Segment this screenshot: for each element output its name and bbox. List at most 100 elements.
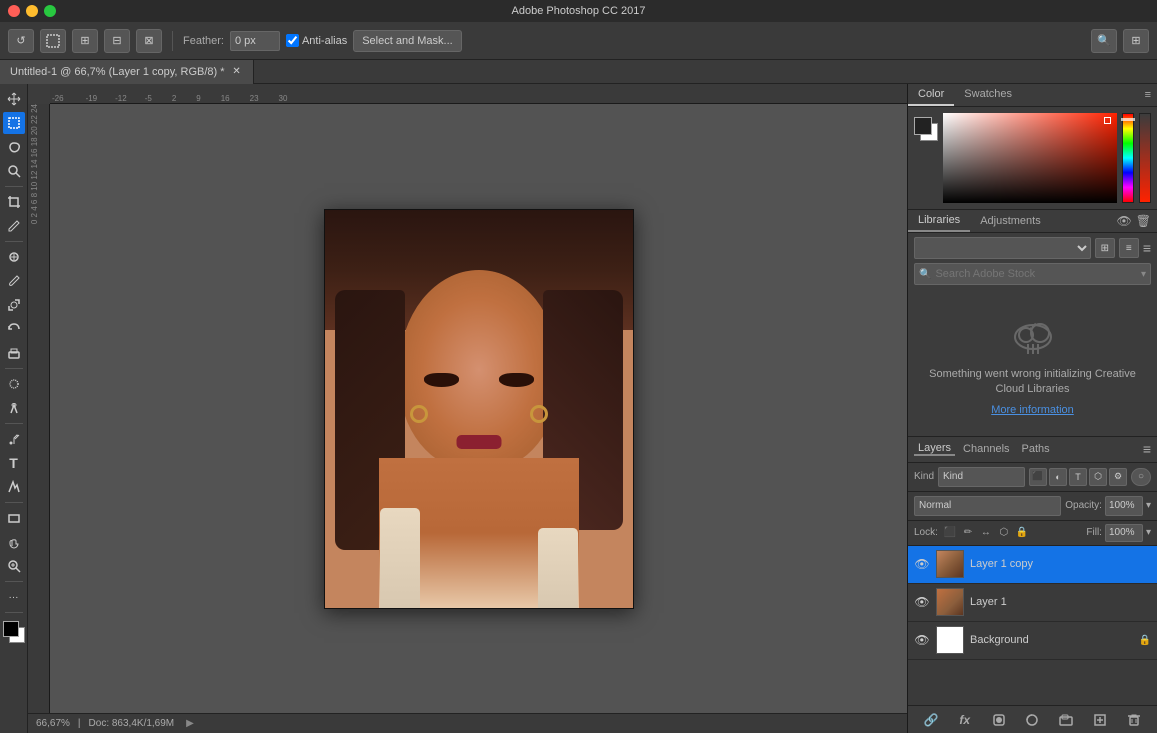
tab-adjustments[interactable]: Adjustments [970, 211, 1051, 231]
lock-all-icon[interactable]: 🔒 [1014, 525, 1030, 541]
document-tab[interactable]: Untitled-1 @ 66,7% (Layer 1 copy, RGB/8)… [0, 60, 254, 84]
tab-close-button[interactable]: ✕ [231, 66, 243, 78]
delete-layer-btn[interactable] [1124, 710, 1144, 730]
layers-panel-menu[interactable]: ≡ [1143, 441, 1151, 457]
doc-info: Doc: 863,4K/1,69M [89, 718, 175, 729]
adjustment-filter-icon[interactable]: ◐ [1049, 468, 1067, 486]
more-information-link[interactable]: More information [991, 404, 1074, 416]
hue-bar[interactable] [1122, 113, 1134, 203]
fill-arrow[interactable]: ▾ [1146, 527, 1151, 538]
layer-item[interactable]: 👁 Background 🔒 [908, 622, 1157, 660]
undo-btn[interactable]: ↺ [8, 29, 34, 53]
hand-tool[interactable] [3, 531, 25, 553]
tab-swatches[interactable]: Swatches [954, 84, 1022, 106]
canvas-document[interactable] [324, 209, 634, 609]
zoom-tool[interactable] [3, 555, 25, 577]
new-group-btn[interactable] [1056, 710, 1076, 730]
new-adjustment-btn[interactable] [1022, 710, 1042, 730]
fg-color-swatch[interactable] [3, 621, 19, 637]
canvas-viewport[interactable] [50, 104, 907, 713]
rect-tool[interactable] [3, 507, 25, 529]
tab-layers[interactable]: Layers [914, 442, 955, 456]
history-brush-tool[interactable] [3, 318, 25, 340]
rect-marquee-icon[interactable] [40, 29, 66, 53]
add-mask-btn[interactable] [989, 710, 1009, 730]
color-picker-content [908, 107, 1157, 210]
opacity-input[interactable] [1105, 496, 1143, 516]
alpha-bar[interactable] [1139, 113, 1151, 203]
marquee-tool[interactable] [3, 112, 25, 134]
layer-visibility-1[interactable]: 👁 [914, 594, 930, 610]
clone-stamp-tool[interactable] [3, 294, 25, 316]
feather-input[interactable] [230, 31, 280, 51]
more-tools[interactable]: ··· [3, 586, 25, 608]
maximize-button[interactable] [44, 5, 56, 17]
grid-view-btn[interactable]: ⊞ [1095, 238, 1115, 258]
traffic-lights[interactable] [8, 5, 56, 17]
tab-paths[interactable]: Paths [1018, 443, 1054, 455]
list-view-btn[interactable]: ≡ [1119, 238, 1139, 258]
quick-select-tool[interactable] [3, 160, 25, 182]
tab-color[interactable]: Color [908, 84, 954, 106]
pixel-filter-icon[interactable]: ⬛ [1029, 468, 1047, 486]
search-button[interactable]: 🔍 [1091, 29, 1117, 53]
smart-filter-icon[interactable]: ⚙ [1109, 468, 1127, 486]
lasso-tool[interactable] [3, 136, 25, 158]
layer-thumb-0 [936, 550, 964, 578]
tab-libraries[interactable]: Libraries [908, 210, 970, 232]
lock-artboard-icon[interactable]: ⬡ [996, 525, 1012, 541]
main-toolbar: ↺ ⊞ ⊟ ⊠ Feather: Anti-alias Select and M… [0, 22, 1157, 60]
type-filter-icon[interactable]: T [1069, 468, 1087, 486]
layer-item[interactable]: 👁 Layer 1 copy [908, 546, 1157, 584]
fill-input[interactable] [1105, 524, 1143, 542]
kind-select[interactable]: Kind [938, 467, 1025, 487]
blur-tool[interactable] [3, 373, 25, 395]
layer-item[interactable]: 👁 Layer 1 [908, 584, 1157, 622]
new-layer-btn[interactable] [1090, 710, 1110, 730]
type-tool[interactable]: T [3, 452, 25, 474]
color-gradient-picker[interactable] [943, 113, 1117, 203]
doc-info-arrow[interactable]: ▶ [186, 718, 194, 729]
brush-tool[interactable] [3, 270, 25, 292]
pen-tool[interactable] [3, 428, 25, 450]
layer-thumb-1 [936, 588, 964, 616]
libraries-options-menu[interactable]: ≡ [1143, 240, 1151, 256]
fg-swatch[interactable] [914, 117, 932, 135]
opacity-arrow[interactable]: ▾ [1146, 500, 1151, 511]
libraries-delete-btn[interactable]: 🗑 [1136, 214, 1151, 228]
library-dropdown[interactable] [914, 237, 1091, 259]
move-tool[interactable] [3, 88, 25, 110]
tool-icon-2[interactable]: ⊞ [72, 29, 98, 53]
heal-tool[interactable] [3, 246, 25, 268]
dodge-tool[interactable] [3, 397, 25, 419]
filter-toggle[interactable]: ○ [1131, 468, 1151, 486]
tool-icon-3[interactable]: ⊟ [104, 29, 130, 53]
blend-mode-select[interactable]: Normal [914, 496, 1061, 516]
minimize-button[interactable] [26, 5, 38, 17]
layer-visibility-2[interactable]: 👁 [914, 632, 930, 648]
shape-filter-icon[interactable]: ⬡ [1089, 468, 1107, 486]
path-select-tool[interactable] [3, 476, 25, 498]
link-layers-btn[interactable]: 🔗 [921, 710, 941, 730]
eraser-tool[interactable] [3, 342, 25, 364]
tab-channels-visible[interactable]: Channels [959, 443, 1013, 455]
lock-pixels-icon[interactable]: ⬛ [942, 525, 958, 541]
library-search-input[interactable] [935, 268, 1141, 280]
color-panel-menu[interactable]: ≡ [1145, 89, 1157, 101]
fx-btn[interactable]: fx [955, 710, 975, 730]
crop-tool[interactable] [3, 191, 25, 213]
fg-bg-swatch[interactable] [914, 117, 938, 141]
anti-alias-checkbox[interactable]: Anti-alias [286, 34, 347, 47]
lock-move-icon[interactable]: ↔ [978, 525, 994, 541]
close-button[interactable] [8, 5, 20, 17]
eyes [414, 370, 544, 390]
select-mask-button[interactable]: Select and Mask... [353, 30, 462, 52]
color-swatch-area[interactable] [3, 621, 25, 643]
lock-gradient-icon[interactable]: ✏ [960, 525, 976, 541]
layer-visibility-0[interactable]: 👁 [914, 556, 930, 572]
libraries-visibility-btn[interactable]: 👁 [1117, 214, 1132, 228]
tool-icon-4[interactable]: ⊠ [136, 29, 162, 53]
eyedropper-tool[interactable] [3, 215, 25, 237]
search-dropdown-arrow[interactable]: ▾ [1141, 269, 1146, 280]
workspace-button[interactable]: ⊞ [1123, 29, 1149, 53]
